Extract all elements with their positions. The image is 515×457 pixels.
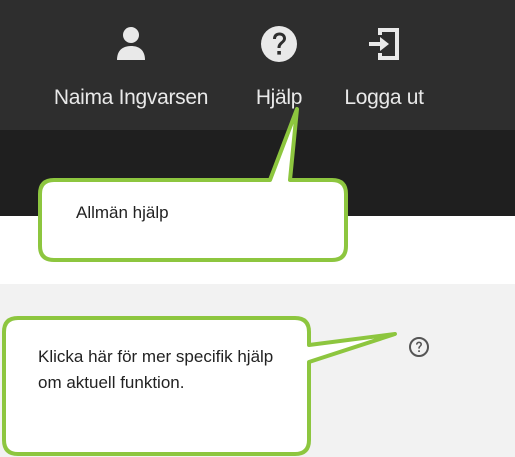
sign-out-icon bbox=[369, 28, 399, 60]
user-name-label: Naima Ingvarsen bbox=[53, 86, 209, 109]
logout-button[interactable]: Logga ut bbox=[336, 24, 432, 124]
user-menu-button[interactable]: Naima Ingvarsen bbox=[38, 24, 224, 124]
callout-specific-text: Klicka här för mer specifik hjälp om akt… bbox=[38, 347, 274, 392]
logout-label: Logga ut bbox=[344, 86, 424, 109]
help-button[interactable]: Hjälp bbox=[248, 24, 310, 124]
callout-general-text: Allmän hjälp bbox=[76, 203, 169, 222]
question-circle-icon bbox=[261, 26, 297, 62]
user-icon bbox=[117, 27, 145, 60]
question-circle-outline-icon[interactable] bbox=[408, 336, 430, 358]
help-label: Hjälp bbox=[255, 86, 303, 109]
